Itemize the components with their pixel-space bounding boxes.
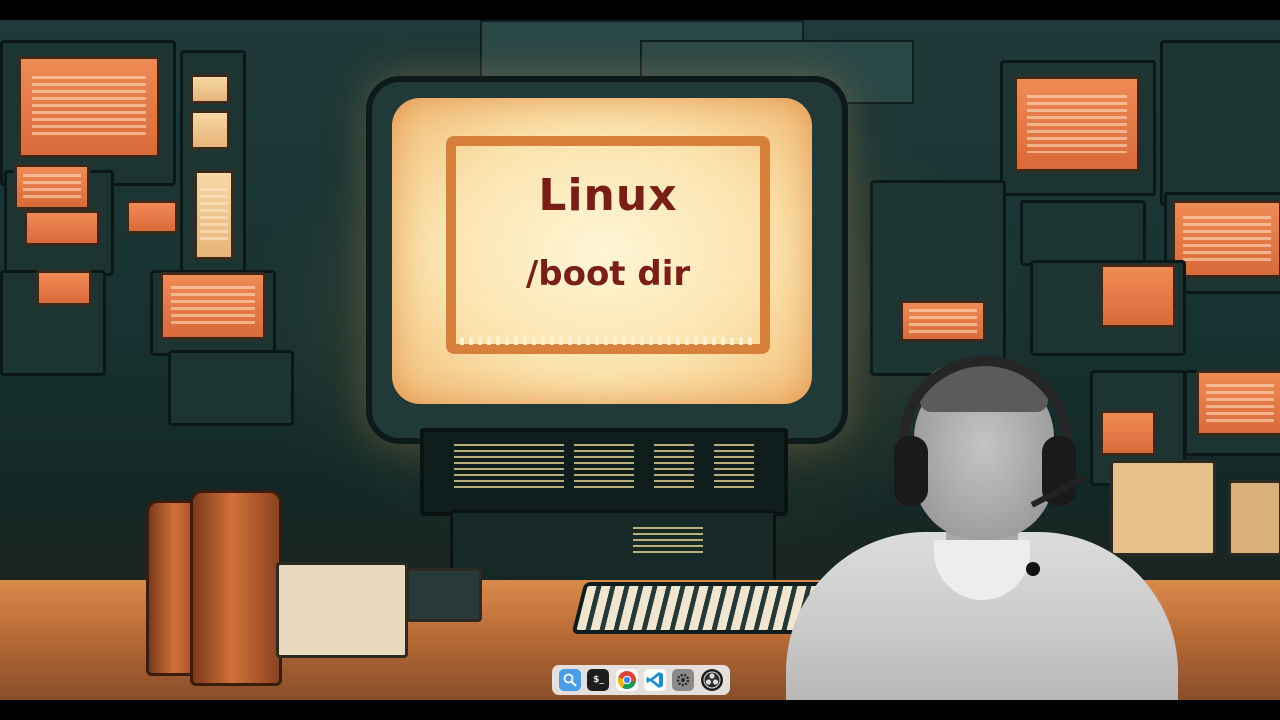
- settings-icon[interactable]: [672, 669, 695, 691]
- left-wall-screen: [24, 210, 100, 246]
- app-dock: $_: [552, 665, 730, 695]
- screen-title-linux: Linux: [538, 170, 678, 221]
- indicator-screen: [190, 74, 230, 104]
- left-wall-screen: [18, 56, 160, 158]
- right-wall-panel: [1020, 200, 1146, 266]
- left-wall-panel: [168, 350, 294, 426]
- indicator-screen: [190, 110, 230, 150]
- finder-icon[interactable]: [559, 669, 582, 691]
- vscode-icon[interactable]: [644, 669, 667, 691]
- indicator-screen: [194, 170, 234, 260]
- right-wall-panel: [1160, 40, 1280, 206]
- letterbox-top: [0, 0, 1280, 20]
- screen-subtitle-boot-dir: /boot dir: [525, 254, 691, 294]
- obs-icon[interactable]: [700, 669, 723, 691]
- canister: [190, 490, 282, 686]
- small-device: [406, 568, 482, 622]
- microphone-icon: [1026, 562, 1040, 576]
- letterbox-bottom: [0, 700, 1280, 720]
- right-speaker: [1228, 480, 1280, 556]
- left-wall-screen: [126, 200, 178, 234]
- right-wall-screen: [1100, 264, 1176, 328]
- left-wall-screen: [14, 164, 90, 210]
- right-wall-screen: [1014, 76, 1140, 172]
- right-wall-screen: [1196, 370, 1280, 436]
- terminal-icon[interactable]: $_: [587, 669, 610, 691]
- lower-console: [450, 510, 776, 586]
- right-wall-screen: [900, 300, 986, 342]
- terminal-console: [420, 428, 788, 516]
- right-wall-screen: [1172, 200, 1280, 278]
- webcam-presenter: [786, 352, 1178, 700]
- chrome-icon[interactable]: [615, 669, 638, 691]
- screen-title-frame: [446, 136, 770, 354]
- video-frame: Linux /boot dir $_: [0, 0, 1280, 720]
- right-wall-panel: [870, 180, 1006, 376]
- left-wall-screen: [36, 270, 92, 306]
- left-wall-screen: [160, 272, 266, 340]
- headset-earcup: [894, 436, 928, 506]
- printer-device: [276, 562, 408, 658]
- terminal-icon-label: $_: [593, 675, 604, 685]
